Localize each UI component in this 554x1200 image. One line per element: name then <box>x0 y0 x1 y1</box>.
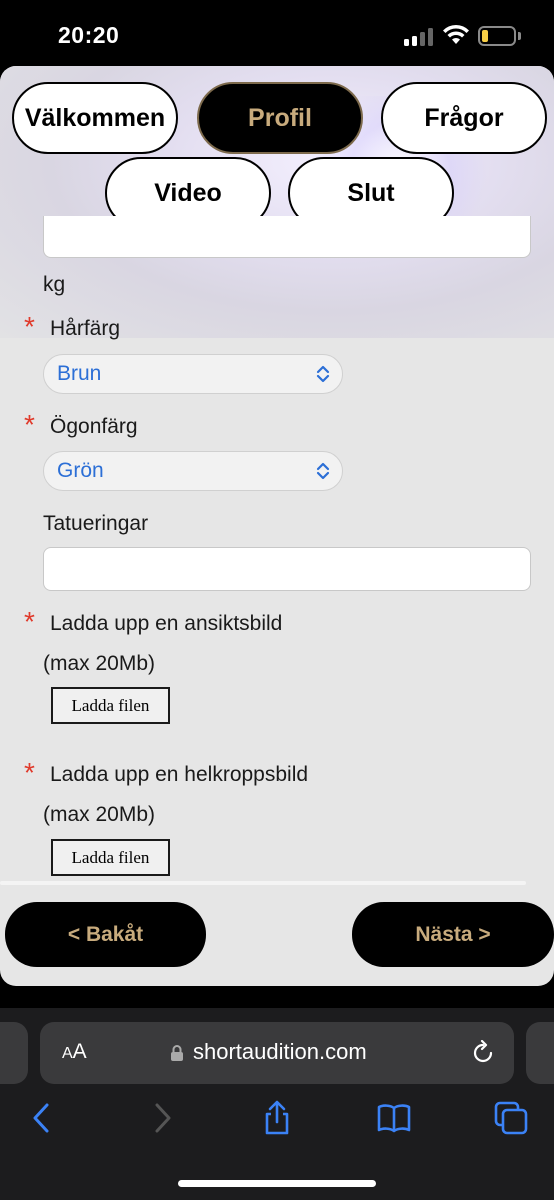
text-size-button[interactable]: AA <box>62 1040 87 1064</box>
hair-color-value: Brun <box>57 362 102 385</box>
previous-tab-preview[interactable] <box>0 1022 28 1084</box>
bookmarks-icon[interactable] <box>376 1100 412 1136</box>
next-tab-preview[interactable] <box>526 1022 554 1084</box>
face-photo-hint: (max 20Mb) <box>43 652 156 675</box>
status-time: 20:20 <box>58 22 120 48</box>
tab-valkommen[interactable]: Välkommen <box>12 82 178 154</box>
tab-fragor[interactable]: Frågor <box>381 82 547 154</box>
url-text: shortaudition.com <box>193 1039 367 1064</box>
face-photo-required-mark: * <box>24 606 35 637</box>
home-indicator <box>178 1180 376 1187</box>
face-photo-upload-button[interactable]: Ladda filen <box>51 687 170 724</box>
body-photo-label: Ladda upp en helkroppsbild <box>50 763 309 786</box>
body-photo-hint: (max 20Mb) <box>43 803 156 826</box>
back-button[interactable]: < Bakåt <box>5 902 206 967</box>
tattoos-label: Tatueringar <box>43 512 149 535</box>
browser-toolbar: AA shortaudition.com <box>0 1008 554 1200</box>
weight-unit-label: kg <box>43 273 66 296</box>
eye-color-select[interactable]: Grön <box>43 451 343 491</box>
hair-color-label: Hårfärg <box>50 317 121 340</box>
form-divider <box>0 881 526 885</box>
next-button[interactable]: Nästa > <box>352 902 554 967</box>
eye-color-required-mark: * <box>24 409 35 440</box>
body-photo-upload-button[interactable]: Ladda filen <box>51 839 170 876</box>
share-icon[interactable] <box>259 1100 295 1136</box>
page-card: Välkommen Profil Frågor Video Slut kg * … <box>0 66 554 986</box>
weight-input[interactable] <box>43 216 531 258</box>
body-photo-required-mark: * <box>24 757 35 788</box>
tabs-icon[interactable] <box>493 1100 529 1136</box>
tattoos-input[interactable] <box>43 547 531 591</box>
reload-icon[interactable] <box>470 1040 496 1066</box>
back-arrow-icon[interactable] <box>24 1100 60 1136</box>
status-bar: 20:20 <box>0 0 554 66</box>
battery-nub <box>518 32 521 40</box>
select-chevrons-icon <box>316 462 330 480</box>
face-photo-label: Ladda upp en ansiktsbild <box>50 612 283 635</box>
select-chevrons-icon <box>316 365 330 383</box>
hair-color-select[interactable]: Brun <box>43 354 343 394</box>
cellular-signal-icon <box>404 28 434 46</box>
eye-color-label: Ögonfärg <box>50 415 138 438</box>
lock-icon <box>171 1045 183 1061</box>
wifi-icon <box>443 24 469 44</box>
address-bar[interactable]: AA shortaudition.com <box>40 1022 514 1084</box>
eye-color-value: Grön <box>57 459 104 482</box>
battery-icon <box>478 26 516 46</box>
tab-profil[interactable]: Profil <box>197 82 363 154</box>
forward-arrow-icon[interactable] <box>144 1100 180 1136</box>
hair-color-required-mark: * <box>24 311 35 342</box>
